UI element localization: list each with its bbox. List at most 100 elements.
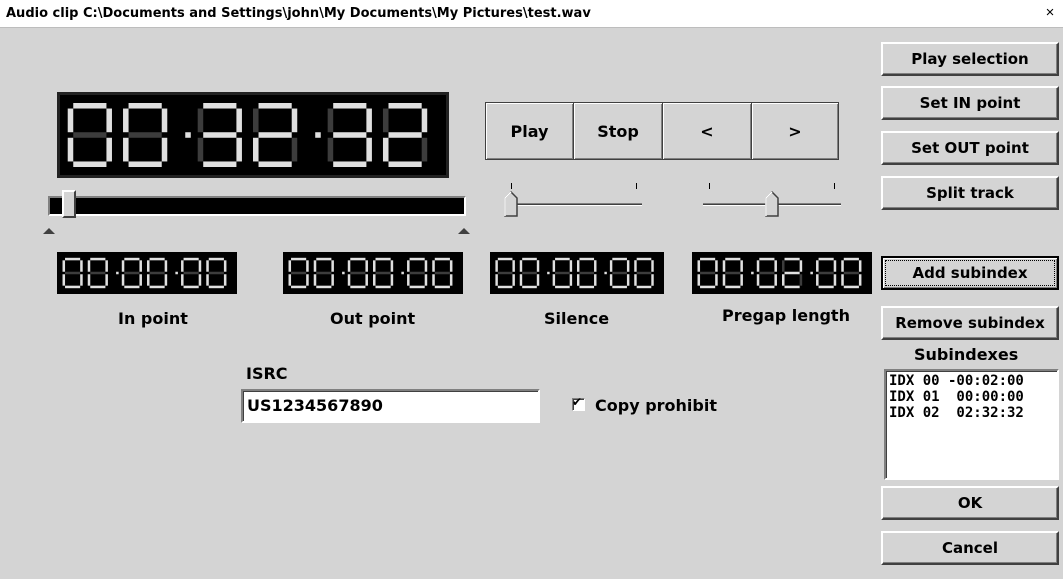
lcd-segment (579, 285, 595, 289)
lcd-segment (555, 285, 570, 289)
lcd-segment (552, 274, 556, 286)
lcd-segment (67, 137, 74, 162)
lcd-segment (651, 260, 654, 272)
lcd-segment (609, 260, 613, 272)
lcd-segment (432, 274, 435, 286)
cancel-button[interactable]: Cancel (881, 531, 1059, 565)
subindex-item[interactable]: IDX 00 -00:02:00 (889, 373, 1054, 389)
lcd-segment (725, 285, 741, 289)
lcd-segment (350, 257, 366, 261)
stop-button[interactable]: Stop (573, 102, 663, 160)
lcd-segment (577, 274, 580, 286)
lcd-segment (73, 161, 107, 167)
lcd-segment (843, 285, 859, 289)
lcd-segment (365, 274, 368, 286)
ok-button[interactable]: OK (881, 486, 1059, 520)
lcd-segment (555, 271, 570, 275)
split-track-button[interactable]: Split track (881, 176, 1059, 210)
start-marker-icon (43, 228, 55, 234)
lcd-segment (449, 274, 453, 286)
isrc-label: ISRC (246, 364, 288, 383)
lcd-segment (333, 161, 367, 167)
lcd-segment (569, 274, 573, 286)
isrc-input[interactable]: US1234567890 (241, 389, 540, 423)
lcd-segment (65, 271, 81, 275)
lcd-segment (139, 274, 142, 286)
copy-prohibit-label[interactable]: Copy prohibit (595, 396, 717, 415)
lcd-segment (198, 274, 202, 286)
lcd-segment (121, 260, 125, 272)
set-in-point-button[interactable]: Set IN point (881, 86, 1059, 120)
lcd-segment (291, 285, 307, 289)
lcd-segment (223, 274, 227, 286)
lcd-segment (149, 285, 165, 289)
lcd-segment (725, 271, 741, 275)
position-track[interactable] (48, 196, 466, 216)
lcd-separator (315, 132, 321, 138)
previous-button[interactable]: < (662, 102, 752, 160)
lcd-separator (810, 271, 813, 275)
lcd-segment (407, 260, 410, 272)
lcd-segment (799, 274, 803, 286)
lcd-segment (609, 274, 613, 286)
lcd-segment (183, 285, 199, 289)
lcd-segment (333, 103, 367, 109)
lcd-segment (366, 137, 372, 162)
lcd-segment (223, 260, 227, 272)
lcd-segment (291, 108, 298, 133)
lcd-segment (203, 132, 237, 138)
lcd-segment (106, 108, 112, 133)
lcd-segment (759, 257, 775, 261)
add-subindex-button[interactable]: Add subindex (881, 256, 1059, 290)
lcd-segment (258, 161, 292, 167)
out-point-label: Out point (330, 309, 416, 328)
lcd-segment (636, 271, 652, 275)
lcd-segment (858, 274, 862, 286)
set-out-point-button[interactable]: Set OUT point (881, 131, 1059, 165)
remove-subindex-button[interactable]: Remove subindex (881, 306, 1059, 340)
lcd-segment (818, 285, 834, 289)
copy-prohibit-checkbox[interactable]: ✔ (572, 395, 585, 411)
end-marker-icon (458, 228, 470, 234)
play-button[interactable]: Play (485, 102, 574, 160)
pregap-digits (697, 257, 862, 289)
lcd-segment (409, 271, 425, 275)
lcd-segment (288, 274, 292, 286)
lcd-segment (124, 285, 140, 289)
lcd-segment (612, 257, 627, 261)
subindex-item[interactable]: IDX 01 00:00:00 (889, 389, 1054, 405)
lcd-segment (799, 260, 803, 272)
lcd-segment (253, 137, 259, 162)
silence-digits (495, 257, 654, 289)
lcd-segment (62, 260, 66, 272)
lcd-segment (147, 274, 150, 286)
volume-slider-thumb[interactable] (504, 191, 518, 217)
lcd-segment (522, 271, 537, 275)
lcd-segment (634, 274, 637, 286)
volume-slider-track[interactable] (510, 203, 642, 206)
close-icon[interactable]: × (1041, 4, 1059, 22)
lcd-segment (552, 260, 556, 272)
position-slider-thumb[interactable] (62, 190, 77, 218)
lcd-segment (87, 274, 91, 286)
balance-slider-thumb[interactable] (765, 191, 779, 217)
next-button[interactable]: > (751, 102, 839, 160)
lcd-separator (547, 271, 550, 275)
subindex-list[interactable]: IDX 00 -00:02:00 IDX 01 00:00:00 IDX 02 02… (884, 369, 1059, 480)
play-selection-button[interactable]: Play selection (881, 42, 1059, 76)
lcd-segment (740, 260, 743, 272)
lcd-segment (123, 137, 129, 162)
lcd-segment (65, 257, 81, 261)
lcd-segment (161, 108, 168, 133)
lcd-segment (434, 285, 450, 289)
in-point-digits (62, 257, 227, 289)
subindex-item[interactable]: IDX 02 02:32:32 (889, 405, 1054, 421)
silence-label: Silence (544, 309, 610, 328)
lcd-segment (495, 274, 498, 286)
lcd-segment (67, 108, 74, 133)
lcd-segment (577, 260, 580, 272)
lcd-segment (390, 274, 394, 286)
lcd-separator (116, 271, 119, 275)
lcd-segment (636, 257, 652, 261)
lcd-segment (759, 285, 775, 289)
